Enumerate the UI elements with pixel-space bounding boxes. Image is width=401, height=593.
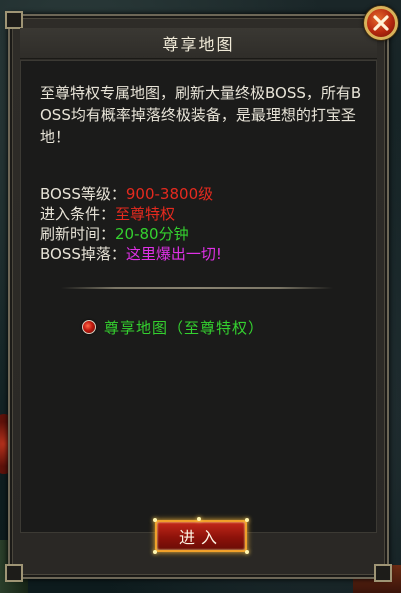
- map-option-exclusive[interactable]: 尊享地图（至尊特权）: [82, 316, 264, 338]
- info-value: 900-3800级: [125, 185, 214, 203]
- map-option-label: 尊享地图（至尊特权）: [104, 318, 265, 337]
- dialog-content: 至尊特权专属地图，刷新大量终极BOSS，所有BOSS均有概率掉落终极装备，是最理…: [20, 60, 377, 533]
- info-row-entry-condition: 进入条件：至尊特权: [40, 204, 370, 224]
- info-row-boss-drop: BOSS掉落：这里爆出一切!: [40, 244, 370, 264]
- info-value: 至尊特权: [115, 205, 176, 223]
- corner-ornament: [5, 11, 23, 29]
- info-label: 进入条件：: [40, 205, 116, 223]
- sparkle-icon: [153, 518, 157, 522]
- info-label: BOSS等级：: [40, 185, 126, 203]
- map-dialog: 尊享地图 至尊特权专属地图，刷新大量终极BOSS，所有BOSS均有概率掉落终极装…: [5, 11, 392, 582]
- close-button[interactable]: [364, 6, 398, 40]
- sparkle-icon: [245, 518, 249, 522]
- enter-button[interactable]: 进入: [153, 517, 249, 554]
- map-description: 至尊特权专属地图，刷新大量终极BOSS，所有BOSS均有概率掉落终极装备，是最理…: [40, 84, 362, 146]
- corner-ornament: [5, 564, 23, 582]
- info-value: 这里爆出一切!: [125, 245, 222, 263]
- radio-selected-icon[interactable]: [82, 320, 96, 334]
- info-label: 刷新时间：: [40, 225, 116, 243]
- map-info: BOSS等级：900-3800级 进入条件：至尊特权 刷新时间：20-80分钟 …: [40, 184, 370, 264]
- close-icon: [373, 15, 389, 31]
- info-value: 20-80分钟: [115, 225, 189, 243]
- corner-ornament: [374, 564, 392, 582]
- sparkle-icon: [197, 517, 201, 521]
- sparkle-icon: [245, 550, 249, 554]
- info-label: BOSS掉落：: [40, 245, 126, 263]
- dialog-title-bar: 尊享地图: [20, 28, 377, 59]
- dialog-title: 尊享地图: [162, 35, 235, 54]
- divider: [61, 287, 333, 289]
- sparkle-icon: [153, 550, 157, 554]
- enter-button-label: 进入: [178, 528, 223, 547]
- info-row-refresh-time: 刷新时间：20-80分钟: [40, 224, 370, 244]
- info-row-boss-level: BOSS等级：900-3800级: [40, 184, 370, 204]
